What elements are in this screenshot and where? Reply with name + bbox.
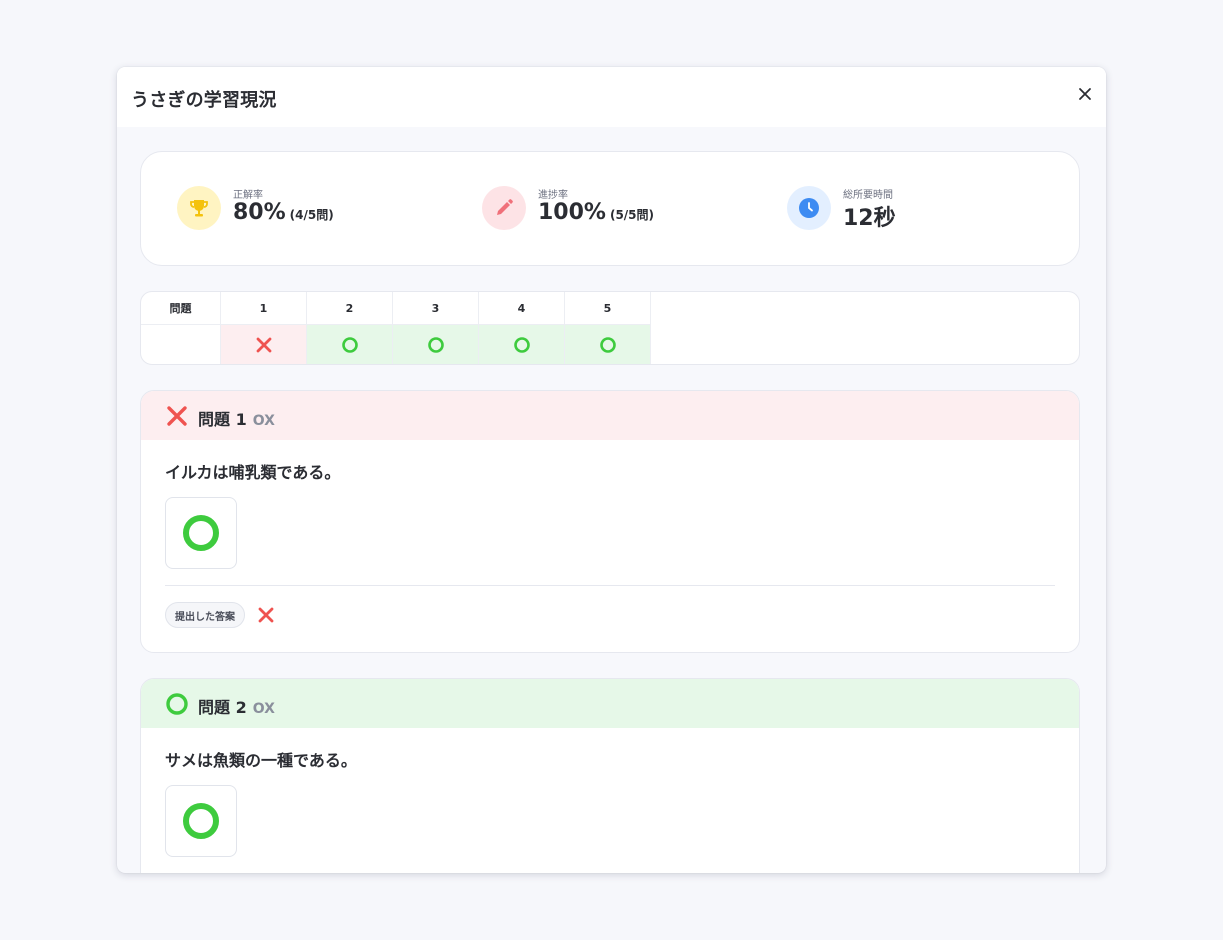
wrong-x-icon [167, 406, 187, 426]
stat-value: 12秒 [843, 206, 896, 231]
question-header: 問題 2 OX [141, 679, 1079, 728]
submitted-x-icon [258, 607, 274, 623]
grid-question-number[interactable]: 2 [307, 292, 393, 325]
question-type: OX [252, 701, 275, 717]
answer-choice-o[interactable] [165, 785, 237, 857]
grid-empty-cell [141, 325, 221, 364]
grid-header-label: 問題 [141, 292, 221, 325]
question-card: 問題 1 OX イルカは哺乳類である。 提出した答案 [140, 390, 1080, 653]
stat-value: 80% (4/5問) [233, 200, 334, 225]
grid-result-cell[interactable] [221, 325, 307, 364]
modal-title: うさぎの学習現況 [131, 90, 277, 111]
question-text: サメは魚類の一種である。 [165, 751, 357, 770]
correct-o-icon [427, 337, 444, 353]
stat-label: 総所要時間 [843, 190, 893, 201]
correct-o-icon [166, 693, 188, 715]
grid-question-number[interactable]: 4 [479, 292, 565, 325]
correct-o-icon [513, 337, 530, 353]
clock-icon [787, 186, 831, 230]
grid-question-number[interactable]: 5 [565, 292, 651, 325]
grid-result-cell[interactable] [307, 325, 393, 364]
modal-header: うさぎの学習現況 [117, 67, 1106, 127]
correct-o-icon [183, 803, 219, 839]
stat-label: 正解率 [233, 190, 263, 201]
grid-question-number[interactable]: 1 [221, 292, 307, 325]
correct-o-icon [183, 515, 219, 551]
learning-status-modal: うさぎの学習現況 正解率 80% (4/5問) 進捗率 100% (5/5問) … [117, 67, 1106, 873]
question-card: 問題 2 OX サメは魚類の一種である。 [140, 678, 1080, 873]
question-title: 問題 2 OX [198, 698, 275, 717]
grid-result-cell[interactable] [393, 325, 479, 364]
close-icon[interactable] [1074, 83, 1096, 105]
grid-question-number[interactable]: 3 [393, 292, 479, 325]
wrong-x-icon [256, 337, 271, 353]
answer-choice-o[interactable] [165, 497, 237, 569]
pencil-icon [482, 186, 526, 230]
grid-result-cell[interactable] [565, 325, 651, 364]
correct-o-icon [341, 337, 358, 353]
grid-result-cell[interactable] [479, 325, 565, 364]
question-text: イルカは哺乳類である。 [165, 463, 341, 482]
correct-o-icon [599, 337, 616, 353]
stats-card: 正解率 80% (4/5問) 進捗率 100% (5/5問) 総所要時間 12秒 [140, 151, 1080, 266]
modal-body: 正解率 80% (4/5問) 進捗率 100% (5/5問) 総所要時間 12秒… [117, 127, 1106, 873]
stat-label: 進捗率 [538, 190, 568, 201]
question-header: 問題 1 OX [141, 391, 1079, 440]
divider [165, 585, 1055, 586]
question-result-grid: 問題 1 2 3 4 5 [140, 291, 1080, 365]
question-title: 問題 1 OX [198, 410, 275, 429]
stat-value: 100% (5/5問) [538, 200, 655, 225]
trophy-icon [177, 186, 221, 230]
submitted-answer-badge: 提出した答案 [165, 602, 245, 628]
question-type: OX [252, 413, 275, 429]
